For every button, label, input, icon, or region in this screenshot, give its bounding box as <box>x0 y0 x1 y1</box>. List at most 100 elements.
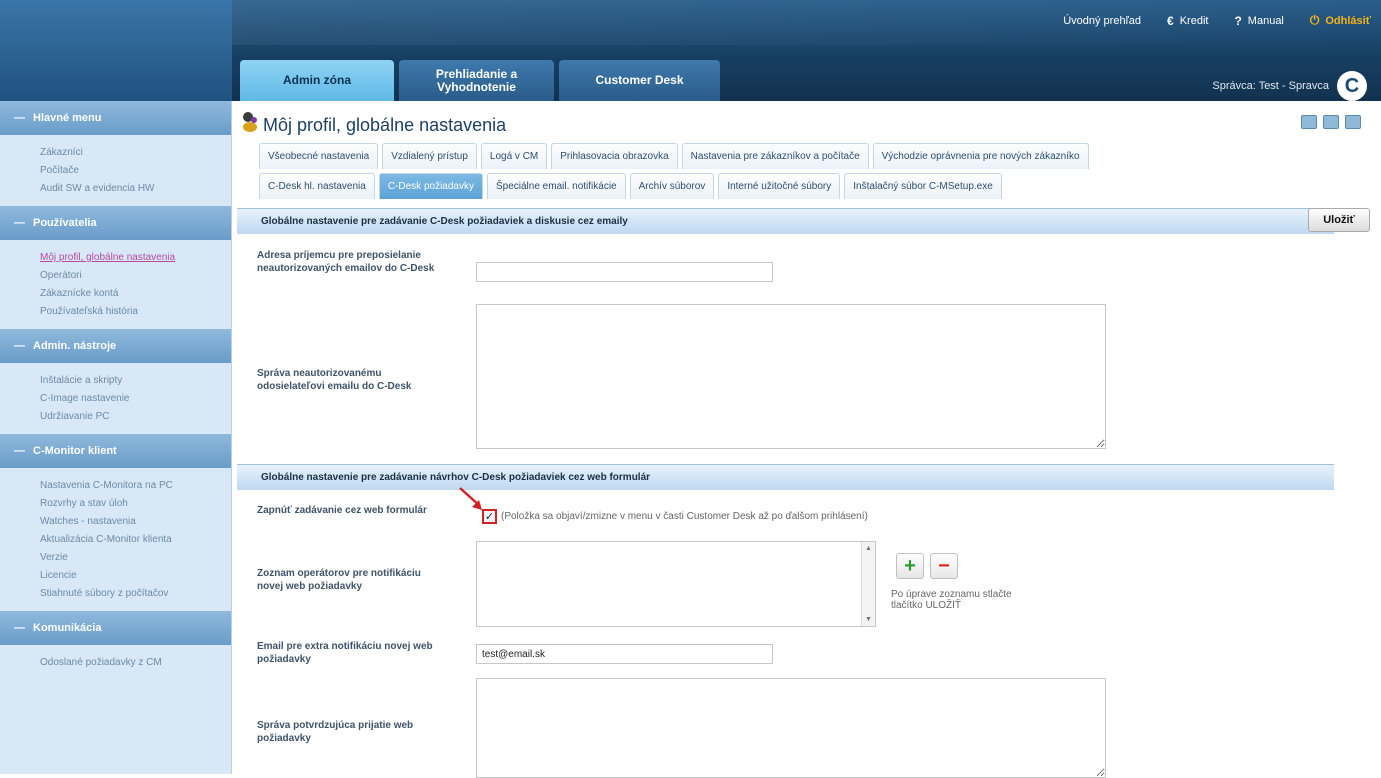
manual-label: Manual <box>1247 14 1284 27</box>
listbox-scrollbar[interactable]: ▲ ▼ <box>861 542 875 626</box>
sidebar-item-watches[interactable]: Watches - nastavenia <box>0 513 231 531</box>
sidebar-item-operators[interactable]: Operátori <box>0 267 231 285</box>
enable-web-label: Zapnúť zadávanie cez web formulár <box>257 505 427 516</box>
remove-operator-button[interactable]: − <box>930 553 958 579</box>
sidebar-item-downloaded-files[interactable]: Stiahnuté súbory z počítačov <box>0 585 231 603</box>
logout-link[interactable]: ⏻ Odhlásiť <box>1310 13 1371 28</box>
sidebar-item-computers[interactable]: Počítače <box>0 162 231 180</box>
sidebar-item-pc-maintenance[interactable]: Udržiavanie PC <box>0 408 231 426</box>
credit-link[interactable]: € Kredit <box>1167 14 1208 28</box>
sidebar-item-audit[interactable]: Audit SW a evidencia HW <box>0 180 231 198</box>
tab-customer-desk[interactable]: Customer Desk <box>559 60 720 101</box>
confirm-message-textarea[interactable] <box>476 678 1106 778</box>
add-operator-button[interactable]: + <box>896 553 924 579</box>
unauthorized-message-textarea[interactable] <box>476 304 1106 449</box>
app-header: Úvodný prehľad € Kredit ? Manual ⏻ Odhlásiť… <box>0 0 1381 101</box>
sidebar-item-versions[interactable]: Verzie <box>0 549 231 567</box>
dash-icon: — <box>14 340 25 352</box>
enable-web-note: (Položka sa objaví/zmizne v menu v časti… <box>501 511 868 522</box>
operators-listbox[interactable]: ▲ ▼ <box>476 541 876 627</box>
sidebar-section-cmonitor[interactable]: — C-Monitor klient <box>0 434 231 468</box>
main-content: Môj profil, globálne nastavenia Všeobecn… <box>233 101 1381 778</box>
tab-general-settings[interactable]: Všeobecné nastavenia <box>259 143 379 169</box>
logout-label: Odhlásiť <box>1325 14 1371 27</box>
check-icon: ✓ <box>484 511 495 523</box>
tab-cdesk-main[interactable]: C-Desk hl. nastavenia <box>259 173 375 199</box>
web-section-heading: Globálne nastavenie pre zadávanie návrho… <box>237 464 1334 490</box>
sidebar-section-admin-tools[interactable]: — Admin. nástroje <box>0 329 231 363</box>
user-info: Správca: Test - Spravca <box>1212 80 1329 92</box>
extra-email-label: Email pre extra notifikáciu novej web po… <box>257 641 433 665</box>
tab-browsing-evaluation[interactable]: Prehliadanie a Vyhodnotenie <box>399 60 554 101</box>
tab-admin-zone-label: Admin zóna <box>283 73 351 87</box>
sidebar-item-schedules[interactable]: Rozvrhy a stav úloh <box>0 495 231 513</box>
tab-admin-zone[interactable]: Admin zóna <box>240 60 394 101</box>
export-icon[interactable] <box>1345 115 1361 129</box>
edit-icon[interactable] <box>1301 115 1317 129</box>
sidebar-section-users[interactable]: — Používatelia <box>0 206 231 240</box>
dash-icon: — <box>14 217 25 229</box>
operators-list-label: Zoznam operátorov pre notifikáciu novej … <box>257 568 421 592</box>
enable-web-checkbox[interactable]: ✓ <box>482 509 497 524</box>
sidebar-section-items: Inštalácie a skripty C-Image nastavenie … <box>0 363 231 434</box>
header-left-block <box>0 0 232 101</box>
tab-browsing-evaluation-label: Prehliadanie a Vyhodnotenie <box>435 66 518 94</box>
euro-icon: € <box>1167 13 1174 28</box>
tab-remote-access[interactable]: Vzdialený prístup <box>382 143 477 169</box>
sidebar-section-communication[interactable]: — Komunikácia <box>0 611 231 645</box>
settings-icon[interactable] <box>1323 115 1339 129</box>
sidebar-item-customers[interactable]: Zákazníci <box>0 144 231 162</box>
sidebar-section-title: C-Monitor klient <box>33 445 117 457</box>
profile-icon <box>243 112 257 132</box>
sidebar-item-cimage[interactable]: C-Image nastavenie <box>0 390 231 408</box>
forward-address-label: Adresa príjemcu pre preposielanie neauto… <box>257 250 435 274</box>
sidebar-section-main[interactable]: — Hlavné menu <box>0 101 231 135</box>
sidebar-section-items: Môj profil, globálne nastavenia Operátor… <box>0 240 231 329</box>
save-button[interactable]: Uložiť <box>1308 208 1370 232</box>
help-icon: ? <box>1234 13 1242 28</box>
tab-cdesk-requests[interactable]: C-Desk požiadavky <box>378 173 483 199</box>
power-icon: ⏻ <box>1309 13 1320 27</box>
sidebar: — Hlavné menu Zákazníci Počítače Audit SW… <box>0 101 232 774</box>
credit-label: Kredit <box>1179 14 1209 27</box>
sidebar-item-my-profile[interactable]: Môj profil, globálne nastavenia <box>0 249 231 267</box>
tab-login-screen[interactable]: Prihlasovacia obrazovka <box>551 143 678 169</box>
tab-customer-desk-label: Customer Desk <box>595 73 684 87</box>
scroll-down-icon: ▼ <box>865 616 872 623</box>
email-section-heading: Globálne nastavenie pre zadávanie C-Desk… <box>237 208 1334 234</box>
overview-label: Úvodný prehľad <box>1063 14 1142 27</box>
dash-icon: — <box>14 622 25 634</box>
extra-email-input[interactable] <box>476 644 773 664</box>
tab-file-archive[interactable]: Archív súborov <box>629 173 715 199</box>
sidebar-item-cmonitor-settings[interactable]: Nastavenia C-Monitora na PC <box>0 477 231 495</box>
list-hint: Po úprave zoznamu stlačte tlačítko ULOŽI… <box>891 589 1012 611</box>
sidebar-item-sent-requests[interactable]: Odoslané požiadavky z CM <box>0 654 231 672</box>
sidebar-item-customer-accounts[interactable]: Zákaznícke kontá <box>0 285 231 303</box>
tab-customer-settings[interactable]: Nastavenia pre zákazníkov a počítače <box>681 143 869 169</box>
manual-link[interactable]: ? Manual <box>1234 14 1283 28</box>
unauthorized-message-label: Správa neautorizovanému odosielateľovi e… <box>257 368 412 392</box>
app-logo: C <box>1337 71 1367 101</box>
sidebar-section-title: Používatelia <box>33 217 97 229</box>
tab-special-notifications[interactable]: Špeciálne email. notifikácie <box>486 173 626 199</box>
tab-default-permissions[interactable]: Východzie oprávnenia pre nových zákazník… <box>872 143 1089 169</box>
tab-internal-files[interactable]: Interné užitočné súbory <box>718 173 841 199</box>
title-tools <box>1301 115 1361 129</box>
top-nav: Úvodný prehľad € Kredit ? Manual ⏻ Odhlásiť <box>1063 13 1371 28</box>
sidebar-section-items: Nastavenia C-Monitora na PC Rozvrhy a st… <box>0 468 231 611</box>
sidebar-item-installs[interactable]: Inštalácie a skripty <box>0 372 231 390</box>
overview-link[interactable]: Úvodný prehľad <box>1063 15 1141 27</box>
sidebar-section-items: Zákazníci Počítače Audit SW a evidencia … <box>0 135 231 206</box>
sidebar-item-cmonitor-update[interactable]: Aktualizácia C-Monitor klienta <box>0 531 231 549</box>
tab-install-file[interactable]: Inštalačný súbor C-MSetup.exe <box>844 173 1002 199</box>
forward-address-input[interactable] <box>476 262 773 282</box>
page-title: Môj profil, globálne nastavenia <box>263 115 507 135</box>
tab-logos[interactable]: Logá v CM <box>480 143 548 169</box>
confirm-message-label: Správa potvrdzujúca prijatie web požiada… <box>257 720 414 744</box>
sidebar-section-title: Hlavné menu <box>33 112 102 124</box>
sidebar-item-licences[interactable]: Licencie <box>0 567 231 585</box>
sidebar-item-user-history[interactable]: Používateľská história <box>0 303 231 321</box>
dash-icon: — <box>14 112 25 124</box>
sidebar-section-items: Odoslané požiadavky z CM <box>0 645 231 680</box>
sidebar-section-title: Admin. nástroje <box>33 340 117 352</box>
